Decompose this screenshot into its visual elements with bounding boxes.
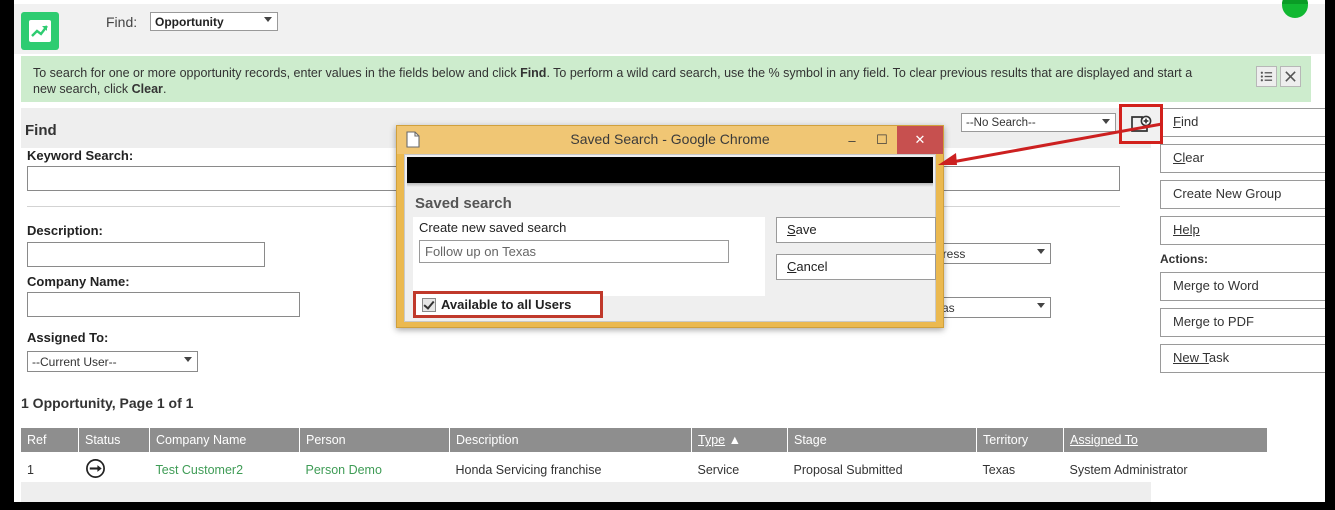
window-controls: – ☐ ✕	[837, 126, 943, 154]
column-description[interactable]: Description	[449, 428, 692, 452]
list-notes-icon[interactable]	[1256, 66, 1277, 87]
maximize-icon[interactable]: ☐	[867, 126, 897, 154]
merge-to-pdf-label: Merge to PDF	[1173, 314, 1254, 329]
find-button[interactable]: Find	[1160, 108, 1332, 137]
column-type-label: Type	[698, 433, 726, 447]
dialog-cancel-button[interactable]: Cancel	[776, 254, 936, 280]
clear-button-accesskey: Cl	[1173, 150, 1186, 165]
table-footer-strip	[21, 482, 1151, 502]
page-title: Find	[25, 122, 57, 139]
column-assigned-to-label: Assigned To	[1070, 433, 1138, 447]
status-indicator-dot-top	[1282, 0, 1308, 4]
territory-select[interactable]: xas	[931, 297, 1051, 318]
top-bar: Find: Opportunity	[14, 0, 1325, 54]
actions-label: Actions:	[1160, 252, 1208, 266]
column-type[interactable]: Type ▲	[691, 428, 788, 452]
sort-ascending-icon: ▲	[728, 433, 741, 447]
saved-search-value: --No Search--	[966, 117, 1036, 129]
dialog-save-button[interactable]: Save	[776, 217, 936, 243]
right-sidebar: Find Clear Create New Group Help Actions…	[1160, 108, 1332, 380]
column-stage[interactable]: Stage	[787, 428, 977, 452]
column-company-name[interactable]: Company Name	[149, 428, 300, 452]
find-entity-select[interactable]: Opportunity	[150, 12, 278, 31]
url-bar-shadow	[407, 183, 933, 187]
description-label: Description:	[27, 223, 103, 238]
chevron-down-icon	[264, 17, 272, 22]
available-to-all-users-label: Available to all Users	[441, 297, 572, 312]
save-search-icon	[1131, 115, 1152, 132]
dialog-title-bar[interactable]: Saved Search - Google Chrome – ☐ ✕	[397, 126, 943, 154]
dialog-subheading: Create new saved search	[419, 220, 567, 235]
column-person[interactable]: Person	[299, 428, 450, 452]
create-new-group-button[interactable]: Create New Group	[1160, 180, 1332, 209]
capture-frame-bottom	[0, 502, 1335, 510]
find-button-label: ind	[1180, 114, 1199, 129]
results-summary: 1 Opportunity, Page 1 of 1	[21, 395, 194, 411]
capture-frame-right	[1325, 0, 1335, 510]
info-banner: To search for one or more opportunity re…	[21, 56, 1311, 102]
find-label: Find:	[106, 14, 138, 30]
merge-to-pdf-button[interactable]: Merge to PDF	[1160, 308, 1332, 337]
cancel-label: ancel	[796, 259, 828, 274]
available-to-all-users-checkbox-row[interactable]: Available to all Users	[422, 297, 571, 312]
column-status[interactable]: Status	[78, 428, 150, 452]
cancel-accesskey: C	[787, 259, 797, 274]
app-logo	[21, 12, 59, 50]
chevron-down-icon	[1102, 119, 1110, 124]
saved-search-dialog: Saved Search - Google Chrome – ☐ ✕ Saved…	[396, 125, 944, 328]
dialog-heading: Saved search	[415, 195, 512, 212]
column-assigned-to[interactable]: Assigned To	[1063, 428, 1268, 452]
save-label: ave	[795, 222, 817, 237]
assigned-to-label: Assigned To:	[27, 330, 109, 345]
saved-search-name-input[interactable]: Follow up on Texas	[419, 240, 729, 263]
assigned-to-value: --Current User--	[32, 355, 117, 369]
capture-frame-left	[0, 0, 14, 510]
chevron-down-icon	[1037, 303, 1045, 308]
merge-to-word-button[interactable]: Merge to Word	[1160, 272, 1332, 301]
saved-search-select[interactable]: --No Search--	[961, 113, 1116, 132]
chart-trending-up-icon	[29, 20, 51, 42]
banner-text-3: .	[162, 82, 167, 96]
column-ref[interactable]: Ref	[21, 428, 79, 452]
stage-select[interactable]: gress	[931, 243, 1051, 264]
help-button[interactable]: Help	[1160, 216, 1332, 245]
banner-text-1: To search for one or more opportunity re…	[33, 66, 521, 80]
create-new-group-label: Create New Group	[1173, 186, 1282, 201]
save-accesskey: S	[787, 222, 796, 237]
banner-bold-find: Find	[520, 66, 547, 80]
chevron-down-icon	[184, 357, 192, 362]
save-search-button[interactable]	[1127, 111, 1155, 137]
find-entity-value: Opportunity	[155, 15, 224, 29]
clear-button[interactable]: Clear	[1160, 144, 1332, 173]
arrow-right-circle-icon	[85, 459, 105, 478]
keyword-search-label: Keyword Search:	[27, 148, 134, 163]
save-search-highlight-box	[1119, 104, 1163, 144]
table-header-row: Ref Status Company Name Person Descripti…	[21, 428, 1268, 452]
dialog-body: Saved search Create new saved search Fol…	[404, 154, 936, 322]
browser-url-bar[interactable]	[407, 157, 933, 183]
new-task-button[interactable]: New Task	[1160, 344, 1332, 373]
available-to-all-users-checkbox[interactable]	[422, 297, 436, 312]
info-banner-text: To search for one or more opportunity re…	[33, 65, 1193, 97]
merge-to-word-label: Merge to Word	[1173, 278, 1259, 293]
company-name-label: Company Name:	[27, 274, 130, 289]
description-input[interactable]	[27, 242, 265, 267]
clear-button-label: ear	[1185, 150, 1205, 165]
column-territory[interactable]: Territory	[976, 428, 1064, 452]
banner-buttons	[1256, 66, 1301, 87]
chevron-down-icon	[1037, 249, 1045, 254]
help-button-label: Help	[1173, 222, 1200, 237]
results-table: Ref Status Company Name Person Descripti…	[21, 428, 1268, 488]
banner-bold-clear: Clear	[131, 82, 163, 96]
assigned-to-select[interactable]: --Current User--	[27, 351, 198, 372]
minimize-icon[interactable]: –	[837, 126, 867, 154]
find-button-accesskey: F	[1173, 114, 1181, 129]
company-name-input[interactable]	[27, 292, 300, 317]
application-page: Find: Opportunity To search for one or m…	[0, 0, 1335, 510]
close-icon[interactable]: ✕	[897, 126, 943, 154]
new-task-label: ask	[1208, 350, 1230, 365]
close-x-icon[interactable]	[1280, 66, 1301, 87]
available-to-all-users-highlight: Available to all Users	[413, 291, 603, 318]
new-task-accesskey: New T	[1173, 350, 1209, 365]
